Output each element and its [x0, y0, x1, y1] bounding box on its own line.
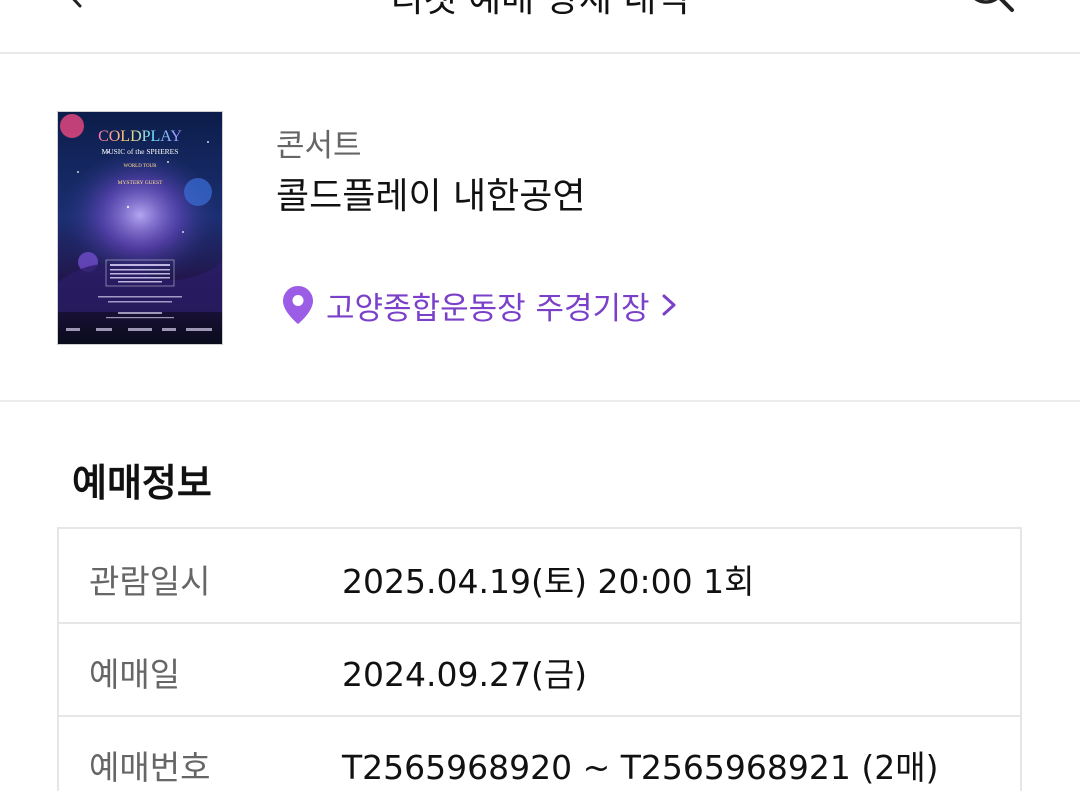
- table-row: 예매번호 T2565968920 ~ T2565968921 (2매): [59, 715, 1020, 791]
- booking-info-title: 예매정보: [72, 461, 212, 505]
- table-row: 관람일시 2025.04.19(토) 20:00 1회: [59, 529, 1020, 624]
- top-bar: 티켓 예매 상세 내역: [0, 0, 1080, 54]
- row-label-view-datetime: 관람일시: [89, 562, 211, 601]
- venue-name: 고양종합운동장 주경기장: [326, 290, 650, 327]
- poster-subtitle: MUSIC of the SPHERES: [102, 147, 179, 156]
- poster-tour: WORLD TOUR: [123, 164, 157, 169]
- table-row: 예매일 2024.09.27(금): [59, 622, 1020, 717]
- poster-guest: MYSTERY GUEST: [118, 180, 164, 186]
- booking-info-table: 관람일시 2025.04.19(토) 20:00 1회 예매일 2024.09.…: [57, 527, 1022, 791]
- chevron-right-icon: [662, 294, 676, 316]
- poster-headline: COLDPLAY: [98, 128, 182, 145]
- event-summary: COLDPLAY MUSIC of the SPHERES WORLD TOUR…: [0, 54, 1080, 402]
- ticket-detail-page: 티켓 예매 상세 내역: [0, 0, 1080, 791]
- row-label-booking-date: 예매일: [89, 655, 181, 694]
- row-value-booking-date: 2024.09.27(금): [342, 655, 588, 694]
- row-label-booking-number: 예매번호: [89, 748, 211, 787]
- event-poster[interactable]: COLDPLAY MUSIC of the SPHERES WORLD TOUR…: [57, 111, 223, 345]
- page-title: 티켓 예매 상세 내역: [0, 0, 1080, 22]
- search-icon[interactable]: [960, 0, 1024, 20]
- venue-link[interactable]: 고양종합운동장 주경기장: [282, 282, 678, 328]
- row-value-booking-number: T2565968920 ~ T2565968921 (2매): [342, 748, 939, 787]
- location-pin-icon: [283, 286, 313, 324]
- row-value-view-datetime: 2025.04.19(토) 20:00 1회: [342, 562, 755, 601]
- event-title: 콜드플레이 내한공연: [276, 176, 586, 217]
- event-category: 콘서트: [276, 128, 362, 164]
